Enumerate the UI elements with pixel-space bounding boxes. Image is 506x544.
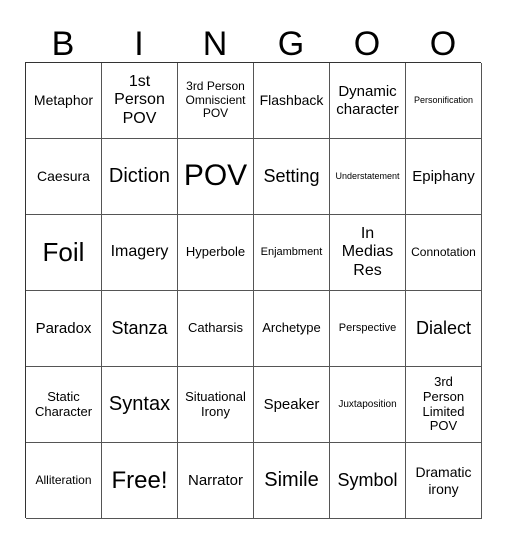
bingo-cell[interactable]: Metaphor <box>26 63 102 139</box>
header-letter: B <box>51 25 75 63</box>
bingo-cell[interactable]: Catharsis <box>178 291 254 367</box>
bingo-cell[interactable]: Epiphany <box>406 139 482 215</box>
free-space-cell[interactable]: Free! <box>102 443 178 519</box>
bingo-cell[interactable]: 3rd Person Limited POV <box>406 367 482 443</box>
bingo-cell[interactable]: Syntax <box>102 367 178 443</box>
bingo-cell[interactable]: Paradox <box>26 291 102 367</box>
header-letter: I <box>134 25 144 63</box>
header-letter: G <box>277 25 305 63</box>
bingo-grid: Metaphor 1st Person POV 3rd Person Omnis… <box>25 62 482 519</box>
bingo-cell[interactable]: Flashback <box>254 63 330 139</box>
bingo-cell[interactable]: Alliteration <box>26 443 102 519</box>
bingo-cell[interactable]: Caesura <box>26 139 102 215</box>
header-letter: O <box>429 25 457 63</box>
bingo-cell[interactable]: Dynamic character <box>330 63 406 139</box>
bingo-cell[interactable]: Imagery <box>102 215 178 291</box>
header-letter: N <box>202 25 228 63</box>
bingo-cell[interactable]: Narrator <box>178 443 254 519</box>
bingo-cell[interactable]: Dialect <box>406 291 482 367</box>
bingo-cell[interactable]: Enjambment <box>254 215 330 291</box>
bingo-cell[interactable]: Archetype <box>254 291 330 367</box>
bingo-header: B I N G O O <box>25 24 481 64</box>
bingo-cell[interactable]: Perspective <box>330 291 406 367</box>
bingo-cell[interactable]: Foil <box>26 215 102 291</box>
bingo-cell[interactable]: 3rd Person Omniscient POV <box>178 63 254 139</box>
bingo-cell[interactable]: Static Character <box>26 367 102 443</box>
bingo-cell[interactable]: In Medias Res <box>330 215 406 291</box>
bingo-cell[interactable]: Understatement <box>330 139 406 215</box>
header-letter: O <box>353 25 381 63</box>
bingo-cell[interactable]: Personification <box>406 63 482 139</box>
bingo-cell[interactable]: Simile <box>254 443 330 519</box>
bingo-cell[interactable]: Connotation <box>406 215 482 291</box>
bingo-cell[interactable]: Hyperbole <box>178 215 254 291</box>
bingo-cell[interactable]: Symbol <box>330 443 406 519</box>
bingo-cell[interactable]: 1st Person POV <box>102 63 178 139</box>
bingo-cell[interactable]: Juxtaposition <box>330 367 406 443</box>
bingo-cell[interactable]: Speaker <box>254 367 330 443</box>
bingo-cell[interactable]: Diction <box>102 139 178 215</box>
bingo-cell[interactable]: Situational Irony <box>178 367 254 443</box>
bingo-cell[interactable]: Stanza <box>102 291 178 367</box>
bingo-cell[interactable]: Dramatic irony <box>406 443 482 519</box>
bingo-cell[interactable]: Setting <box>254 139 330 215</box>
bingo-cell[interactable]: POV <box>178 139 254 215</box>
